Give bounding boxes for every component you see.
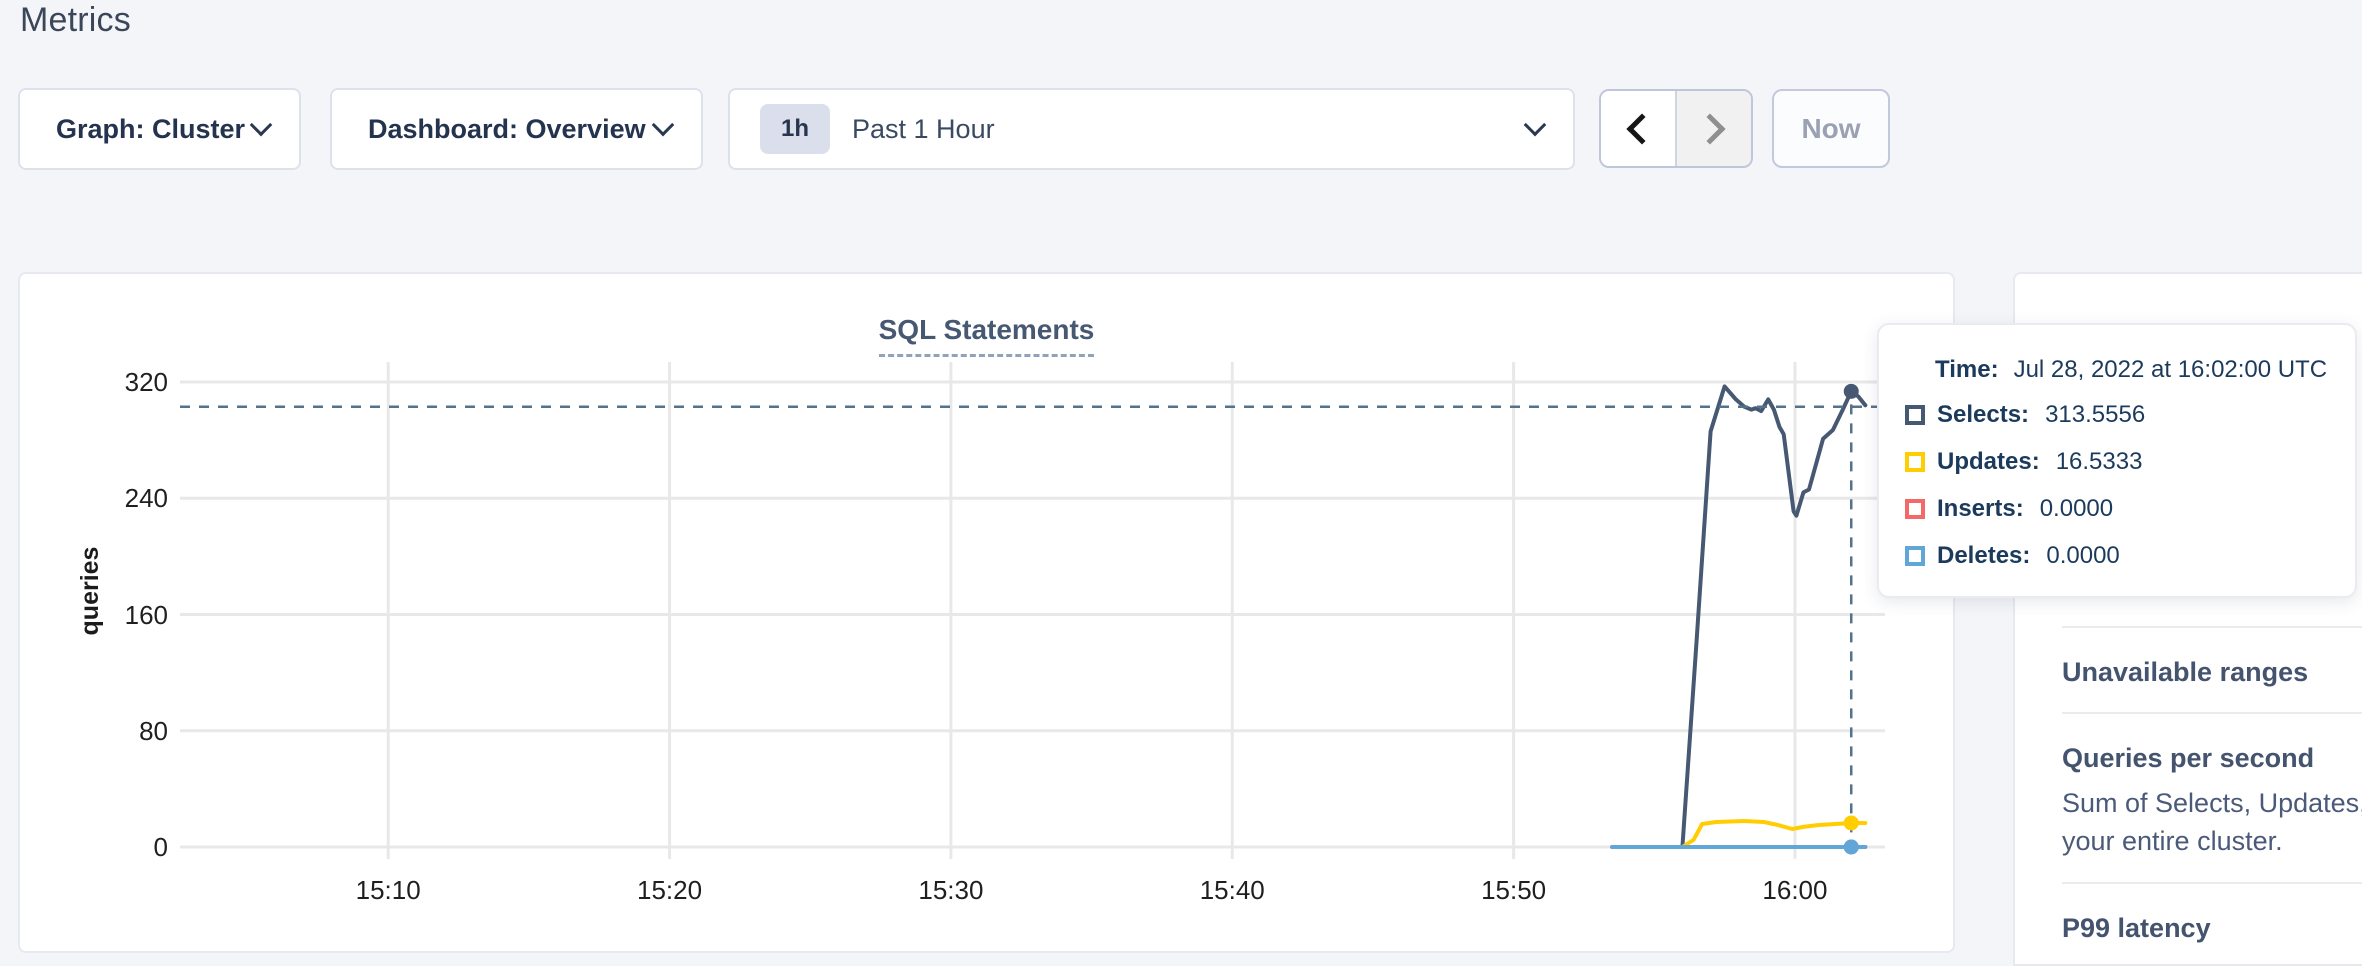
series-swatch-icon <box>1905 546 1925 566</box>
tooltip-series-name: Inserts: <box>1937 495 2024 523</box>
series-line-updates <box>1682 821 1865 847</box>
chart-plot-area[interactable] <box>20 274 1957 955</box>
previous-timeframe-button[interactable] <box>1601 91 1677 166</box>
sql-statements-chart-card: SQL Statements queries 08016024032015:10… <box>18 272 1955 953</box>
metrics-page: { "page": { "title": "Metrics" }, "toolb… <box>0 0 2362 966</box>
sidebar-metric-description: P99 latency <box>2062 884 2362 966</box>
tooltip-series-row: Selects: 313.5556 <box>1905 391 2355 438</box>
x-axis-tick: 15:50 <box>1449 875 1579 906</box>
y-axis-tick: 80 <box>88 716 168 747</box>
tooltip-time-row: Time: Jul 28, 2022 at 16:02:00 UTC <box>1905 349 2355 391</box>
tooltip-series-value: 16.5333 <box>2056 448 2143 476</box>
series-swatch-icon <box>1905 452 1925 472</box>
series-line-selects <box>1682 386 1865 847</box>
sidebar-metric-desc-line: your entire cluster. <box>2062 822 2362 860</box>
chevron-down-icon <box>250 114 273 137</box>
sidebar-metric-description: Unavailable ranges <box>2062 628 2362 712</box>
tooltip-series-value: 0.0000 <box>2040 495 2113 523</box>
time-window-badge: 1h <box>760 104 830 154</box>
next-timeframe-button[interactable] <box>1677 91 1751 166</box>
sidebar-metric-desc-line: Sum of Selects, Updates, Inser <box>2062 784 2362 822</box>
y-axis-tick: 160 <box>88 600 168 631</box>
x-axis-tick: 15:10 <box>323 875 453 906</box>
sidebar-metric-heading: Queries per second <box>2062 740 2362 776</box>
dashboard-selector-label: Dashboard: Overview <box>368 114 646 145</box>
tooltip-series-name: Selects: <box>1937 401 2029 429</box>
graph-selector-label: Graph: Cluster <box>56 114 245 145</box>
chevron-down-icon <box>1524 114 1547 137</box>
x-axis-tick: 15:20 <box>605 875 735 906</box>
x-axis-tick: 15:40 <box>1167 875 1297 906</box>
y-axis-tick: 240 <box>88 483 168 514</box>
sidebar-metric-heading: P99 latency <box>2062 910 2362 946</box>
chevron-down-icon <box>652 114 675 137</box>
time-window-label: Past 1 Hour <box>852 114 1527 145</box>
tooltip-time-value: Jul 28, 2022 at 16:02:00 UTC <box>2014 356 2328 384</box>
y-axis-tick: 320 <box>88 367 168 398</box>
chevron-right-icon <box>1694 113 1725 144</box>
tooltip-series-name: Updates: <box>1937 448 2040 476</box>
series-swatch-icon <box>1905 405 1925 425</box>
tooltip-series-row: Deletes: 0.0000 <box>1905 532 2355 579</box>
now-button[interactable]: Now <box>1772 89 1890 168</box>
dashboard-selector-dropdown[interactable]: Dashboard: Overview <box>330 88 703 170</box>
tooltip-series-name: Deletes: <box>1937 542 2030 570</box>
sidebar-metric-description: Queries per second Sum of Selects, Update… <box>2062 714 2362 882</box>
hover-dot-selects <box>1844 384 1859 399</box>
tooltip-series-row: Inserts: 0.0000 <box>1905 485 2355 532</box>
time-window-selector[interactable]: 1h Past 1 Hour <box>728 88 1575 170</box>
graph-selector-dropdown[interactable]: Graph: Cluster <box>18 88 301 170</box>
y-axis-tick: 0 <box>88 832 168 863</box>
chevron-left-icon <box>1626 113 1657 144</box>
tooltip-series-value: 313.5556 <box>2045 401 2145 429</box>
tooltip-time-label: Time: <box>1935 356 1999 384</box>
sidebar-metric-heading: Unavailable ranges <box>2062 654 2362 690</box>
series-swatch-icon <box>1905 499 1925 519</box>
page-title: Metrics <box>20 1 131 40</box>
chart-hover-tooltip: Time: Jul 28, 2022 at 16:02:00 UTC Selec… <box>1877 323 2357 598</box>
hover-dot-updates <box>1844 815 1859 830</box>
time-step-control <box>1599 89 1753 168</box>
x-axis-tick: 16:00 <box>1730 875 1860 906</box>
tooltip-series-row: Updates: 16.5333 <box>1905 438 2355 485</box>
hover-dot-deletes <box>1844 840 1859 855</box>
tooltip-series-value: 0.0000 <box>2046 542 2119 570</box>
x-axis-tick: 15:30 <box>886 875 1016 906</box>
